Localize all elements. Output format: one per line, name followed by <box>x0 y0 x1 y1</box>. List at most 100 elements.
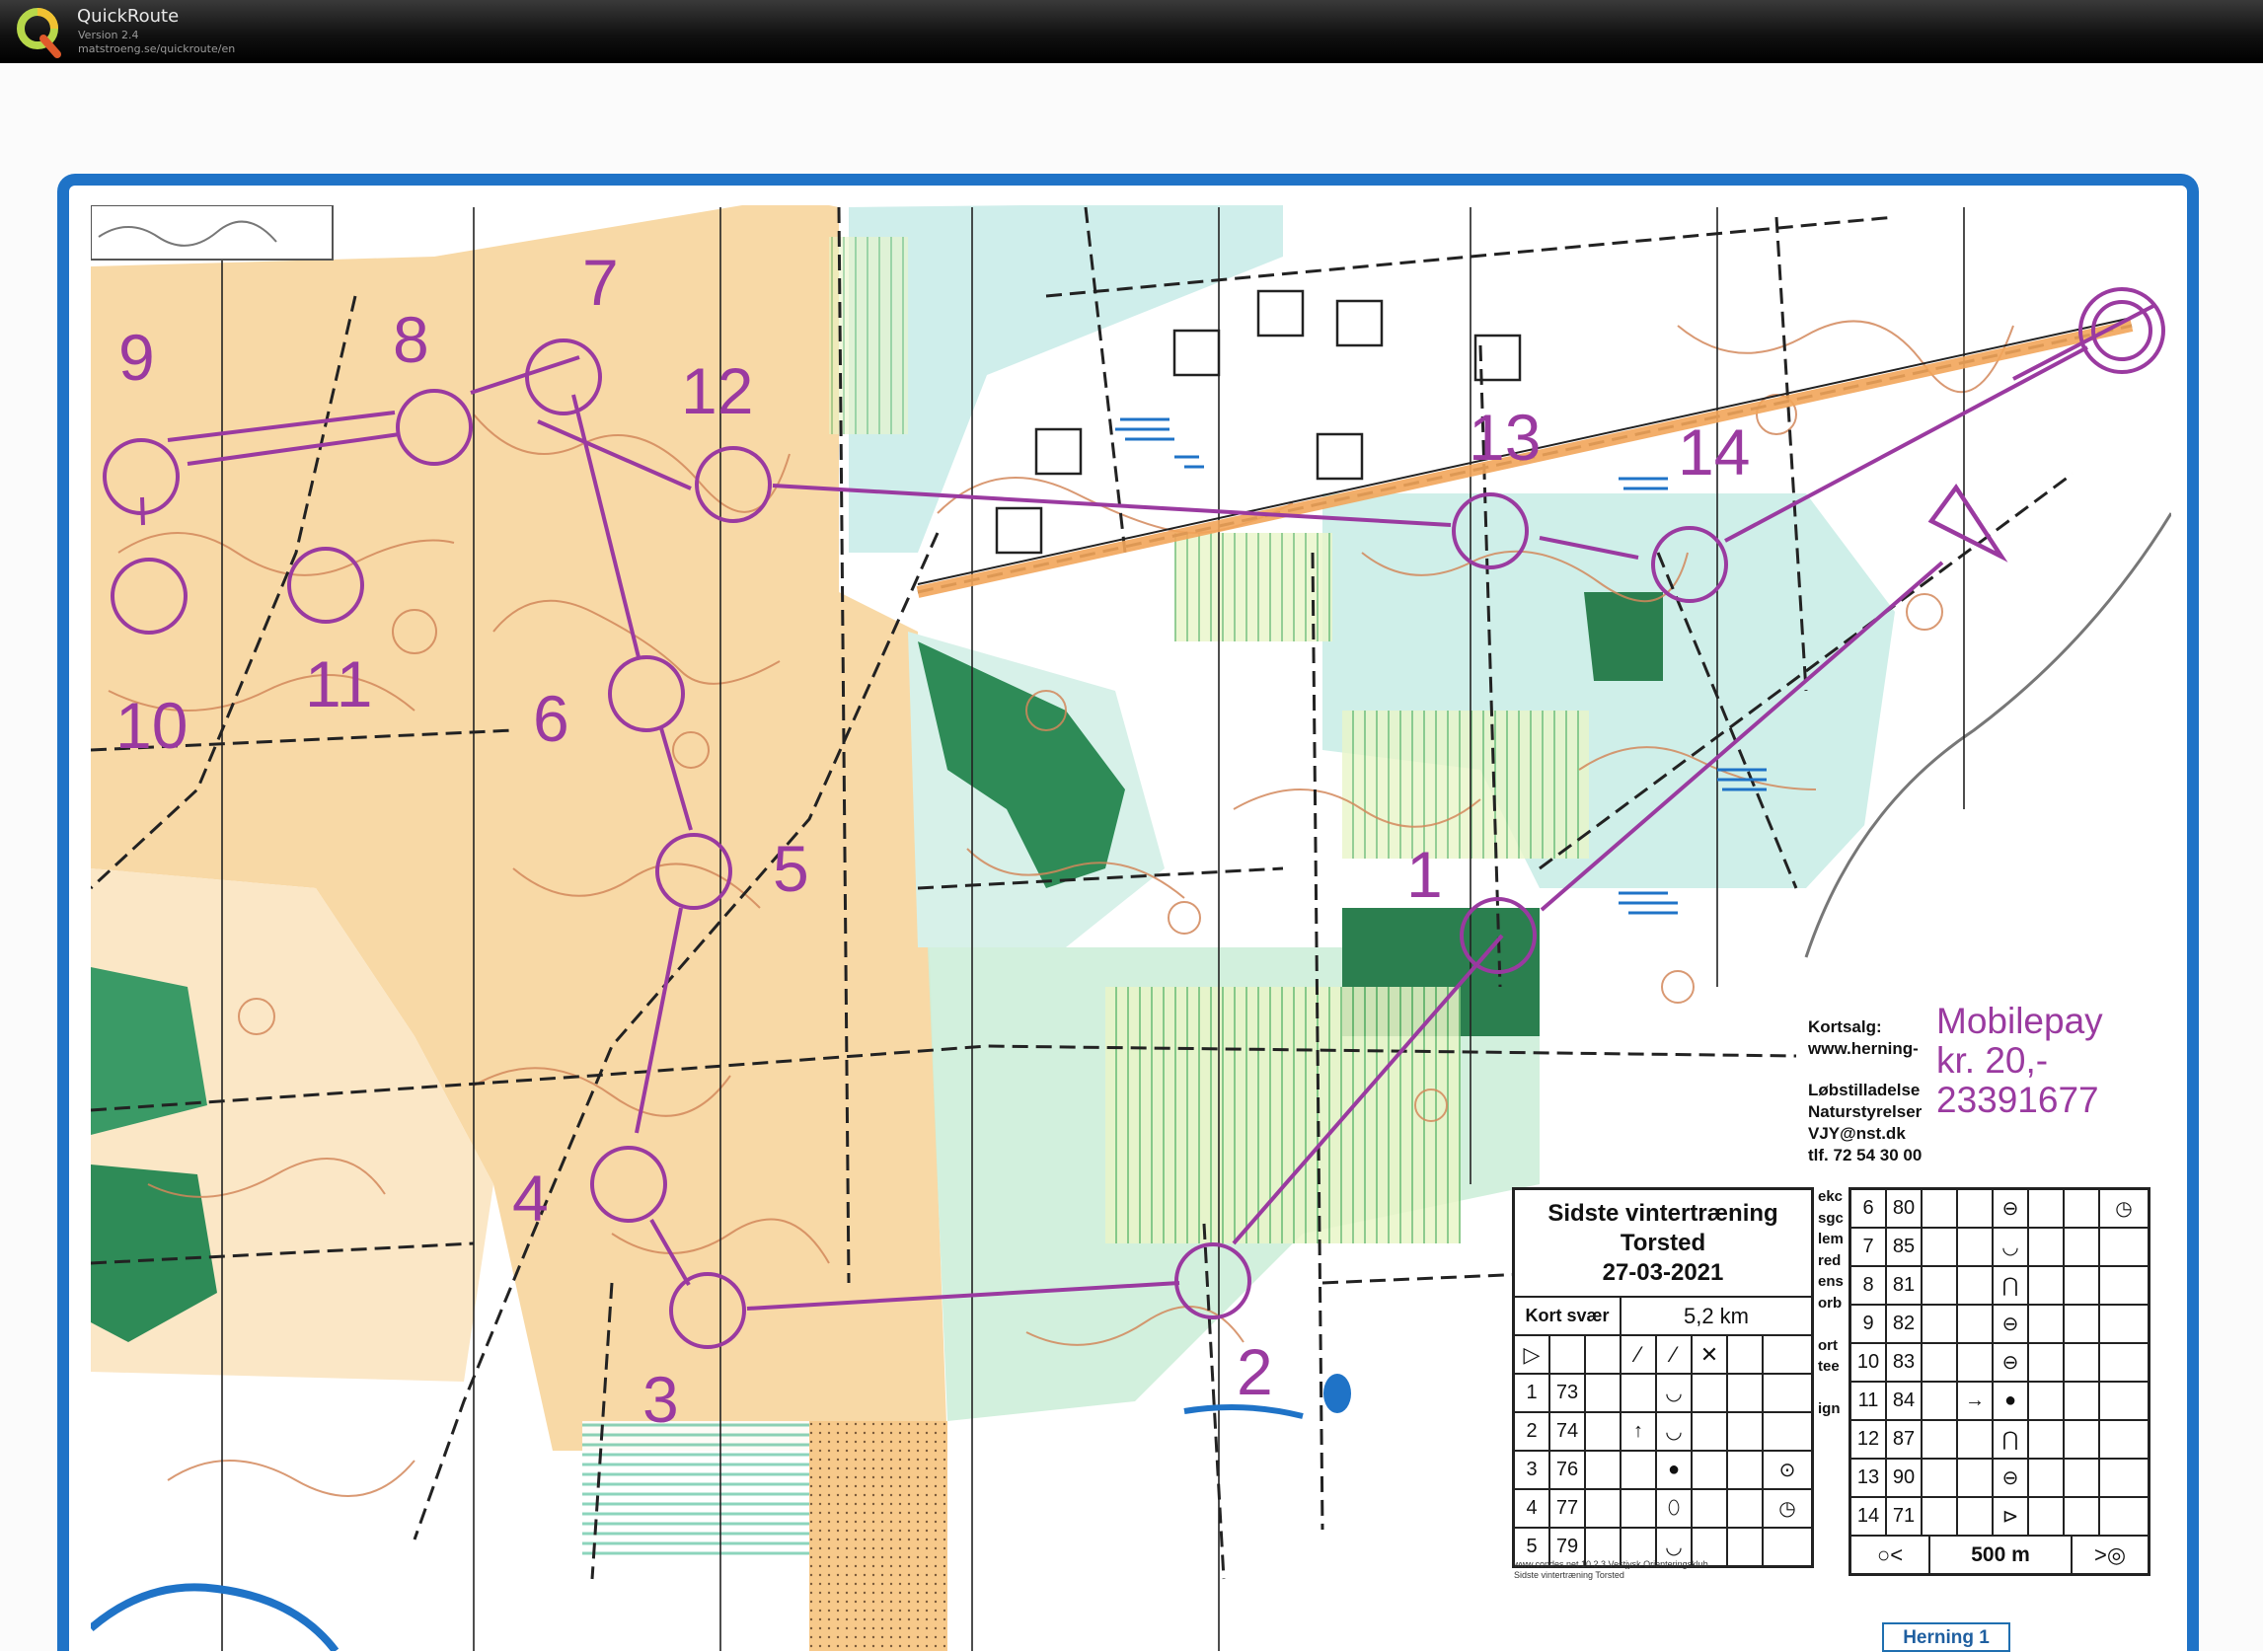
control-label-4: 4 <box>512 1162 549 1235</box>
finish-left-icon: ○< <box>1851 1537 1930 1573</box>
truncated-line <box>1818 1314 1844 1335</box>
course-title: Sidste vintertræning Torsted 27-03-2021 <box>1515 1190 1811 1288</box>
empty-cell <box>2029 1498 2065 1535</box>
control-code: 87 <box>1887 1421 1923 1458</box>
control-row: 6 80 ⊖ ◷ <box>1851 1190 2148 1227</box>
control-number: 10 <box>1851 1344 1887 1381</box>
direction-icon: → <box>1958 1383 1994 1419</box>
empty-cell <box>2065 1421 2100 1458</box>
mobilepay-line: kr. 20,- <box>1936 1040 2049 1081</box>
slash-icon: ⁄ <box>1657 1336 1693 1373</box>
cross-icon: ✕ <box>1693 1336 1728 1373</box>
empty-cell <box>1693 1413 1728 1450</box>
control-code: 85 <box>1887 1229 1923 1265</box>
empty-cell <box>2065 1229 2100 1265</box>
empty-cell <box>1923 1306 1958 1342</box>
control-code: 73 <box>1550 1375 1586 1411</box>
empty-cell <box>2029 1306 2065 1342</box>
empty-cell <box>1923 1267 1958 1304</box>
feature-icon: ◡ <box>1657 1413 1693 1450</box>
control-row: 11 84 → ● <box>1851 1381 2148 1419</box>
feature-icon: ⊖ <box>1994 1344 2029 1381</box>
empty-cell <box>1923 1229 1958 1265</box>
control-label-5: 5 <box>773 832 809 905</box>
direction-icon <box>1958 1229 1994 1265</box>
control-label-10: 10 <box>115 689 189 762</box>
detail-icon: ◷ <box>2115 1198 2133 1220</box>
detail-icon <box>2100 1229 2148 1265</box>
control-label-11: 11 <box>305 647 373 720</box>
pond <box>1323 1374 1351 1413</box>
empty-cell <box>1923 1421 1958 1458</box>
control-row: 4 77 ⬯ ◷ <box>1515 1488 1811 1527</box>
empty-cell <box>1728 1490 1764 1527</box>
empty-cell <box>1923 1344 1958 1381</box>
detail-icon <box>2100 1344 2148 1381</box>
course-info-row: Kort svær 5,2 km <box>1515 1296 1811 1334</box>
map-scale-label: Kort svær <box>1515 1298 1622 1334</box>
empty-cell <box>1728 1452 1764 1488</box>
course-length: 5,2 km <box>1683 1303 1750 1328</box>
truncated-line: red <box>1818 1251 1842 1269</box>
empty-cell <box>1923 1383 1958 1419</box>
map-sales-info: Kortsalg: www.herning- Løbstilladelse Na… <box>1808 1016 1922 1166</box>
truncated-line: ekc <box>1818 1188 1844 1205</box>
sales-line: Løbstilladelse <box>1808 1081 1921 1099</box>
truncated-line: tee <box>1818 1358 1840 1375</box>
empty-cell <box>2065 1190 2100 1227</box>
control-row: 13 90 ⊖ <box>1851 1458 2148 1496</box>
control-number: 3 <box>1515 1452 1550 1488</box>
direction-icon <box>1622 1490 1657 1527</box>
detail-icon <box>1764 1529 1811 1565</box>
mobilepay-info: Mobilepay kr. 20,- 23391677 <box>1936 1002 2103 1120</box>
feature-icon: ⋂ <box>1994 1421 2029 1458</box>
control-number: 11 <box>1851 1383 1887 1419</box>
control-code: 81 <box>1887 1267 1923 1304</box>
feature-icon: ⊖ <box>1994 1306 2029 1342</box>
finish-right-icon: >◎ <box>2093 1541 2127 1567</box>
control-label-6: 6 <box>533 682 569 755</box>
feature-icon: ⊖ <box>1994 1190 2029 1227</box>
control-label-14: 14 <box>1678 415 1751 488</box>
finish-row: ○< 500 m >◎ <box>1851 1535 2148 1573</box>
empty-cell <box>2029 1190 2065 1227</box>
feature-icon: ⬯ <box>1657 1490 1693 1527</box>
control-row: 9 82 ⊖ <box>1851 1304 2148 1342</box>
detail-icon <box>2100 1498 2148 1535</box>
direction-icon <box>1958 1306 1994 1342</box>
control-description-left: Sidste vintertræning Torsted 27-03-2021 … <box>1512 1187 1814 1568</box>
finish-distance: 500 m <box>1930 1537 2073 1573</box>
sales-line: tlf. 72 54 30 00 <box>1808 1146 1923 1164</box>
sales-line: www.herning- <box>1808 1039 1919 1058</box>
truncated-line: orb <box>1818 1294 1843 1312</box>
detail-icon <box>2100 1267 2148 1304</box>
direction-icon <box>1958 1498 1994 1535</box>
empty-cell <box>2029 1460 2065 1496</box>
control-label-8: 8 <box>393 303 429 376</box>
control-number: 4 <box>1515 1490 1550 1527</box>
empty-cell <box>1693 1452 1728 1488</box>
truncated-line <box>1818 1378 1844 1399</box>
start-symbol-icon: ▷ <box>1515 1336 1550 1373</box>
empty-cell <box>1586 1452 1622 1488</box>
empty-cell <box>1923 1460 1958 1496</box>
direction-icon: ↑ <box>1622 1413 1657 1450</box>
control-row: 10 83 ⊖ <box>1851 1342 2148 1381</box>
mobilepay-line: Mobilepay <box>1936 1001 2103 1041</box>
control-row: 7 85 ◡ <box>1851 1227 2148 1265</box>
feature-icon: ● <box>1657 1452 1693 1488</box>
control-row: 8 81 ⋂ <box>1851 1265 2148 1304</box>
course-title-line: Sidste vintertræning <box>1547 1200 1778 1227</box>
empty-cell <box>1586 1375 1622 1411</box>
empty-cell <box>2065 1344 2100 1381</box>
empty-cell <box>1923 1498 1958 1535</box>
start-row: ▷ ⁄ ⁄ ✕ <box>1515 1334 1811 1373</box>
control-label-7: 7 <box>582 246 619 319</box>
empty-cell <box>1586 1490 1622 1527</box>
empty-cell <box>2029 1229 2065 1265</box>
control-label-2: 2 <box>1237 1335 1273 1408</box>
control-number: 13 <box>1851 1460 1887 1496</box>
detail-icon <box>1764 1413 1811 1450</box>
map-footer: www.condes.net 10.2.3 Vestjysk Orienteri… <box>1514 1559 1708 1581</box>
footer-line: Sidste vintertræning Torsted <box>1514 1570 1624 1580</box>
